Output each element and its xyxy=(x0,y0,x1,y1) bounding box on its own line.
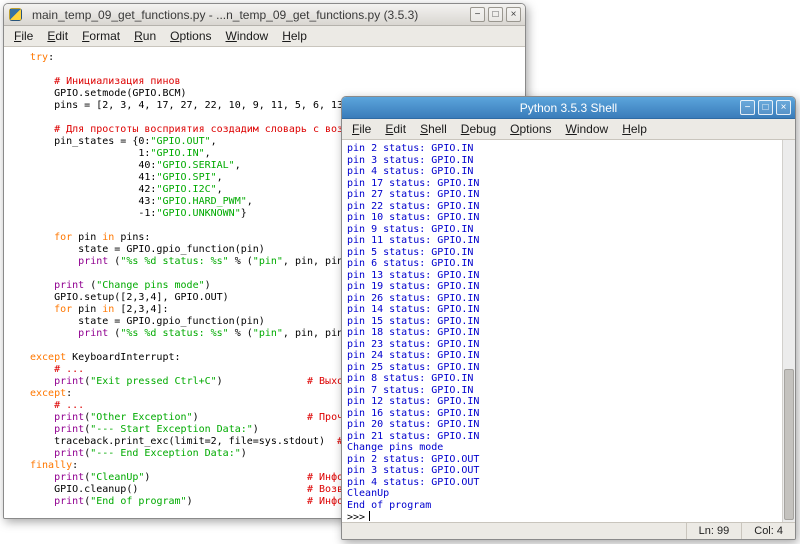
shell-output-line: pin 26 status: GPIO.IN xyxy=(347,293,782,305)
code-line: try: xyxy=(30,52,525,64)
status-col-indicator: Col: 4 xyxy=(741,523,795,539)
shell-output-line: pin 19 status: GPIO.IN xyxy=(347,281,782,293)
shell-output-line: pin 4 status: GPIO.OUT xyxy=(347,477,782,489)
shell-scrollbar[interactable] xyxy=(782,140,795,522)
shell-output-area[interactable]: pin 2 status: GPIO.INpin 3 status: GPIO.… xyxy=(342,140,782,522)
shell-menu-file[interactable]: File xyxy=(345,120,378,138)
shell-titlebar[interactable]: Python 3.5.3 Shell − □ × xyxy=(342,97,795,119)
status-line-indicator: Ln: 99 xyxy=(686,523,742,539)
editor-menu-format[interactable]: Format xyxy=(75,27,127,45)
shell-output-line: pin 12 status: GPIO.IN xyxy=(347,396,782,408)
shell-output-line: pin 24 status: GPIO.IN xyxy=(347,350,782,362)
shell-close-button[interactable]: × xyxy=(776,100,791,115)
shell-output-line: pin 20 status: GPIO.IN xyxy=(347,419,782,431)
shell-output-line: pin 7 status: GPIO.IN xyxy=(347,385,782,397)
shell-output-line: pin 18 status: GPIO.IN xyxy=(347,327,782,339)
shell-output-line: pin 8 status: GPIO.IN xyxy=(347,373,782,385)
shell-menu-debug[interactable]: Debug xyxy=(454,120,503,138)
shell-output-line: pin 4 status: GPIO.IN xyxy=(347,166,782,178)
shell-output-line: pin 14 status: GPIO.IN xyxy=(347,304,782,316)
code-line: # Инициализация пинов xyxy=(30,76,525,88)
editor-menu-window[interactable]: Window xyxy=(219,27,276,45)
shell-output-line: pin 3 status: GPIO.OUT xyxy=(347,465,782,477)
shell-output-line: pin 15 status: GPIO.IN xyxy=(347,316,782,328)
editor-close-button[interactable]: × xyxy=(506,7,521,22)
shell-prompt: >>> xyxy=(347,511,782,522)
text-cursor xyxy=(369,511,370,521)
shell-output-line: pin 2 status: GPIO.IN xyxy=(347,143,782,155)
shell-menu-edit[interactable]: Edit xyxy=(378,120,413,138)
editor-maximize-button[interactable]: □ xyxy=(488,7,503,22)
shell-output-line: CleanUp xyxy=(347,488,782,500)
shell-output-line: pin 10 status: GPIO.IN xyxy=(347,212,782,224)
shell-scrollbar-thumb[interactable] xyxy=(784,369,794,520)
shell-window-title: Python 3.5.3 Shell xyxy=(342,101,795,115)
shell-output-line: pin 21 status: GPIO.IN xyxy=(347,431,782,443)
code-line xyxy=(30,64,525,76)
shell-output-line: pin 3 status: GPIO.IN xyxy=(347,155,782,167)
editor-window-title: main_temp_09_get_functions.py - ...n_tem… xyxy=(32,8,418,22)
editor-menubar: FileEditFormatRunOptionsWindowHelp xyxy=(4,26,525,47)
shell-output-line: pin 16 status: GPIO.IN xyxy=(347,408,782,420)
shell-output-line: pin 27 status: GPIO.IN xyxy=(347,189,782,201)
shell-output-line: pin 25 status: GPIO.IN xyxy=(347,362,782,374)
editor-menu-run[interactable]: Run xyxy=(127,27,163,45)
shell-statusbar: Ln: 99 Col: 4 xyxy=(342,522,795,539)
shell-window: Python 3.5.3 Shell − □ × FileEditShellDe… xyxy=(341,96,796,540)
desktop: main_temp_09_get_functions.py - ...n_tem… xyxy=(0,0,800,544)
editor-menu-edit[interactable]: Edit xyxy=(40,27,75,45)
shell-output-line: pin 22 status: GPIO.IN xyxy=(347,201,782,213)
editor-minimize-button[interactable]: − xyxy=(470,7,485,22)
shell-output-line: pin 17 status: GPIO.IN xyxy=(347,178,782,190)
shell-output-line: End of program xyxy=(347,500,782,512)
shell-output-line: pin 5 status: GPIO.IN xyxy=(347,247,782,259)
idle-app-icon xyxy=(9,8,22,21)
shell-menu-shell[interactable]: Shell xyxy=(413,120,454,138)
shell-output-line: Change pins mode xyxy=(347,442,782,454)
shell-output-line: pin 9 status: GPIO.IN xyxy=(347,224,782,236)
shell-output-line: pin 6 status: GPIO.IN xyxy=(347,258,782,270)
shell-output-line: pin 11 status: GPIO.IN xyxy=(347,235,782,247)
shell-menubar: FileEditShellDebugOptionsWindowHelp xyxy=(342,119,795,140)
editor-menu-help[interactable]: Help xyxy=(275,27,314,45)
editor-menu-options[interactable]: Options xyxy=(163,27,218,45)
shell-menu-options[interactable]: Options xyxy=(503,120,558,138)
shell-output-line: pin 2 status: GPIO.OUT xyxy=(347,454,782,466)
shell-menu-window[interactable]: Window xyxy=(559,120,616,138)
shell-maximize-button[interactable]: □ xyxy=(758,100,773,115)
shell-output-line: pin 13 status: GPIO.IN xyxy=(347,270,782,282)
shell-menu-help[interactable]: Help xyxy=(615,120,654,138)
shell-output-line: pin 23 status: GPIO.IN xyxy=(347,339,782,351)
editor-menu-file[interactable]: File xyxy=(7,27,40,45)
shell-minimize-button[interactable]: − xyxy=(740,100,755,115)
editor-titlebar[interactable]: main_temp_09_get_functions.py - ...n_tem… xyxy=(4,4,525,26)
